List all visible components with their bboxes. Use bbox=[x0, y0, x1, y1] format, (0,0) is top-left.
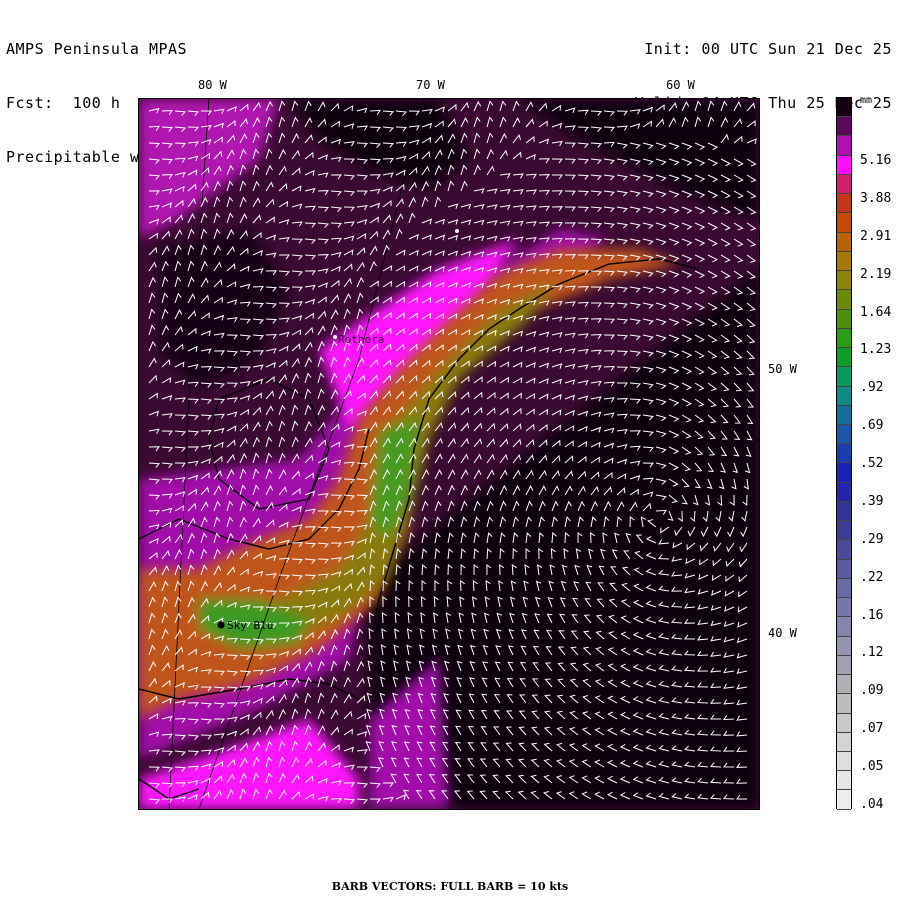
colorbar-tick-label: .52 bbox=[860, 456, 884, 472]
colorbar-cell bbox=[837, 271, 851, 291]
colorbar-cell bbox=[837, 559, 851, 579]
colorbar-cell bbox=[837, 482, 851, 502]
model-name: AMPS Peninsula MPAS bbox=[6, 40, 188, 58]
colorbar-cell bbox=[837, 213, 851, 233]
lon-label-50w: 50 W bbox=[768, 362, 797, 376]
colorbar-tick-label: .05 bbox=[860, 759, 884, 775]
colorbar-cell bbox=[837, 309, 851, 329]
pwv-map: Palmer Rothera Sky Blu bbox=[139, 99, 759, 809]
colorbar-tick-label: .12 bbox=[860, 645, 884, 661]
station-label-sky-blu: Sky Blu bbox=[227, 619, 273, 632]
colorbar-cell bbox=[837, 771, 851, 791]
colorbar-tick-label: 1.64 bbox=[860, 304, 892, 320]
colorbar-tick-label: 2.19 bbox=[860, 266, 892, 282]
colorbar-cell bbox=[837, 328, 851, 349]
colorbar-cell bbox=[837, 98, 851, 118]
colorbar-tick-label: .69 bbox=[860, 418, 884, 434]
colorbar-cell bbox=[837, 232, 851, 252]
colorbar-tick-label: .07 bbox=[860, 721, 884, 737]
station-rothera: Rothera bbox=[333, 333, 384, 346]
colorbar-unit: mm bbox=[860, 95, 873, 106]
colorbar-tick-label: .39 bbox=[860, 493, 884, 509]
colorbar bbox=[836, 97, 852, 810]
station-label-palmer: Palmer bbox=[465, 223, 505, 236]
colorbar-cell bbox=[837, 732, 851, 752]
colorbar-cell bbox=[837, 636, 851, 656]
lon-label-80w: 80 W bbox=[198, 78, 227, 92]
lon-label-60w: 60 W bbox=[666, 78, 695, 92]
colorbar-tick-label: .04 bbox=[860, 797, 884, 812]
colorbar-cell bbox=[837, 367, 851, 387]
lon-label-40w: 40 W bbox=[768, 626, 797, 640]
colorbar-cell bbox=[837, 521, 851, 541]
colorbar-cell bbox=[837, 675, 851, 695]
colorbar-tick-label: .16 bbox=[860, 607, 884, 623]
colorbar-cell bbox=[837, 501, 851, 522]
colorbar-tick-label: 2.91 bbox=[860, 228, 892, 244]
colorbar-cell bbox=[837, 290, 851, 310]
colorbar-cell bbox=[837, 578, 851, 599]
init-time: Init: 00 UTC Sun 21 Dec 25 bbox=[644, 40, 892, 58]
colorbar-tick-label: .22 bbox=[860, 569, 884, 585]
colorbar-tick-label: .09 bbox=[860, 683, 884, 699]
colorbar-cell bbox=[837, 463, 851, 483]
colorbar-tick-label: 1.23 bbox=[860, 342, 892, 358]
map-panel: Palmer Rothera Sky Blu bbox=[138, 98, 760, 810]
colorbar-cell bbox=[837, 694, 851, 714]
colorbar-tick-label: 5.16 bbox=[860, 153, 892, 168]
colorbar-tick-label: .92 bbox=[860, 380, 884, 396]
colorbar-cell bbox=[837, 751, 851, 772]
colorbar-tick-label: .29 bbox=[860, 531, 884, 547]
colorbar-cell bbox=[837, 405, 851, 425]
colorbar-cell bbox=[837, 136, 851, 156]
colorbar-cell bbox=[837, 155, 851, 175]
colorbar-cell bbox=[837, 386, 851, 406]
colorbar-cell bbox=[837, 348, 851, 368]
colorbar-cell bbox=[837, 444, 851, 464]
colorbar-cell bbox=[837, 617, 851, 637]
colorbar-cell bbox=[837, 117, 851, 137]
colorbar-cell bbox=[837, 424, 851, 445]
colorbar-cell bbox=[837, 790, 851, 810]
lon-label-70w: 70 W bbox=[416, 78, 445, 92]
barb-legend: BARB VECTORS: FULL BARB = 10 kts bbox=[331, 880, 569, 893]
colorbar-cell bbox=[837, 655, 851, 676]
colorbar-cell bbox=[837, 713, 851, 733]
colorbar-tick-label: 3.88 bbox=[860, 190, 892, 206]
colorbar-cell bbox=[837, 540, 851, 560]
colorbar-cell bbox=[837, 251, 851, 272]
colorbar-cell bbox=[837, 598, 851, 618]
station-label-rothera: Rothera bbox=[338, 333, 384, 346]
colorbar-cell bbox=[837, 174, 851, 195]
colorbar-cell bbox=[837, 194, 851, 214]
